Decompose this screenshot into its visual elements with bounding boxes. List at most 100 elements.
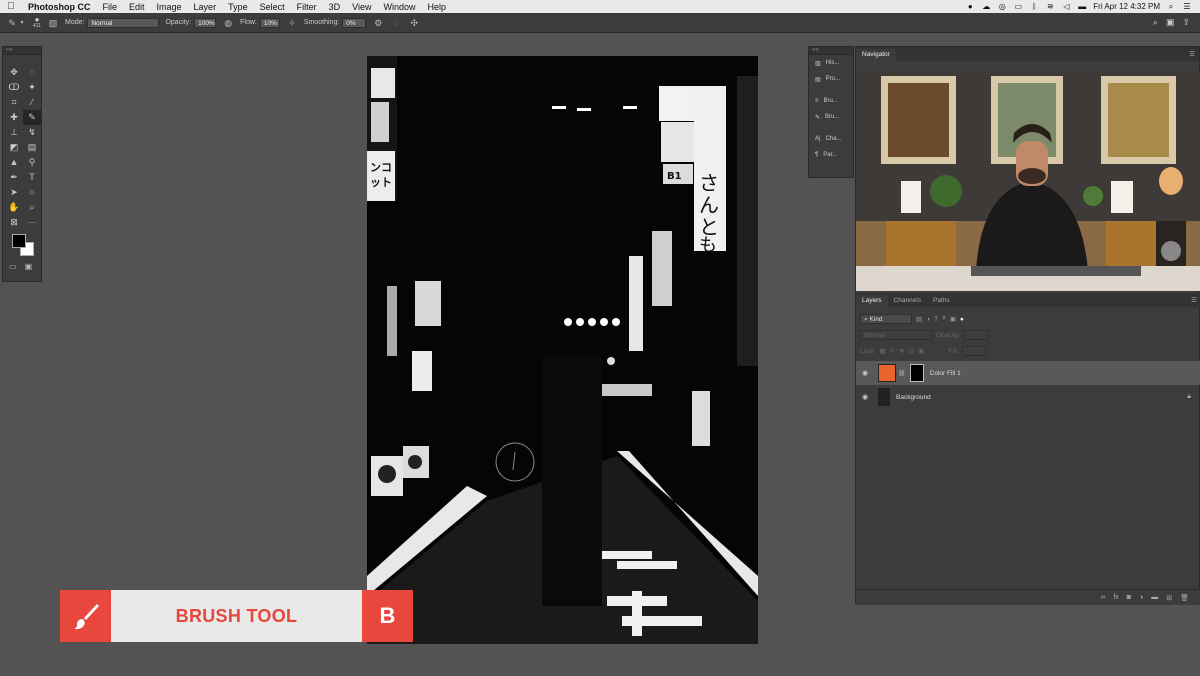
clock[interactable]: Fri Apr 12 4:32 PM bbox=[1093, 2, 1160, 11]
layer-name[interactable]: Color Fill 1 bbox=[930, 370, 961, 377]
menu-file[interactable]: File bbox=[97, 2, 124, 12]
menu-list-icon[interactable]: ☰ bbox=[1182, 2, 1192, 11]
smoothing-field[interactable]: 0% bbox=[342, 17, 367, 28]
fx-icon[interactable]: fx bbox=[1113, 594, 1118, 601]
crop-tool-icon[interactable]: ⌗ bbox=[5, 95, 23, 110]
brush-tool-icon[interactable]: ✎ bbox=[23, 110, 41, 125]
battery-icon[interactable]: ▬ bbox=[1077, 2, 1087, 11]
gear-icon[interactable]: ⚙ bbox=[372, 17, 384, 29]
layer-row-color-fill[interactable]: ◉ ⛓ Color Fill 1 bbox=[856, 361, 1200, 385]
bluetooth-icon[interactable]: ᛒ bbox=[1029, 2, 1039, 11]
chevron-down-icon[interactable]: ▾ bbox=[19, 17, 25, 29]
tab-navigator[interactable]: Navigator bbox=[856, 49, 896, 61]
panel-menu-icon[interactable]: ☰ bbox=[1191, 295, 1197, 307]
magic-wand-tool-icon[interactable]: ✦ bbox=[23, 80, 41, 95]
menu-filter[interactable]: Filter bbox=[291, 2, 323, 12]
foreground-color-swatch[interactable] bbox=[12, 234, 26, 248]
panel-menu-icon[interactable]: ☰ bbox=[1189, 49, 1195, 61]
filter-shape-icon[interactable]: ⌗ bbox=[942, 315, 946, 323]
filter-smart-icon[interactable]: ▣ bbox=[950, 315, 956, 323]
link-layers-icon[interactable]: ∞ bbox=[1100, 594, 1105, 601]
menu-type[interactable]: Type bbox=[222, 2, 254, 12]
mode-select[interactable]: Normal bbox=[87, 17, 160, 28]
move-tool-icon[interactable]: ✥ bbox=[5, 65, 23, 80]
quick-mask-icon[interactable]: ▭ bbox=[9, 262, 17, 271]
opacity-field[interactable]: 100% bbox=[194, 17, 217, 28]
lock-artboard-icon[interactable]: ⊡ bbox=[909, 347, 914, 355]
gradient-tool-icon[interactable]: ▤ bbox=[23, 140, 41, 155]
cloud-icon[interactable]: ☁ bbox=[981, 2, 991, 11]
tab-layers[interactable]: Layers bbox=[856, 295, 888, 307]
shape-tool-icon[interactable]: ○ bbox=[23, 185, 41, 200]
blur-tool-icon[interactable]: ▲ bbox=[5, 155, 23, 170]
menu-image[interactable]: Image bbox=[151, 2, 188, 12]
blend-mode-select[interactable]: Normal bbox=[860, 330, 932, 340]
fill-field[interactable] bbox=[962, 346, 987, 356]
creative-cloud-icon[interactable]: ◎ bbox=[997, 2, 1007, 11]
menu-view[interactable]: View bbox=[346, 2, 377, 12]
navigator-preview[interactable] bbox=[856, 71, 1200, 291]
layer-opacity-field[interactable] bbox=[963, 330, 988, 340]
visibility-eye-icon[interactable]: ◉ bbox=[862, 369, 872, 377]
tab-channels[interactable]: Channels bbox=[888, 295, 927, 307]
screen-mode-icon[interactable]: ▣ bbox=[25, 262, 33, 271]
layer-filter-select[interactable]: ⌕ Kind bbox=[860, 314, 912, 324]
status-app-icon[interactable]: ● bbox=[965, 2, 975, 11]
share-icon[interactable]: ⇪ bbox=[1182, 17, 1190, 28]
layer-fill-thumbnail[interactable] bbox=[878, 364, 896, 382]
lasso-tool-icon[interactable]: ↀ bbox=[5, 80, 23, 95]
menu-3d[interactable]: 3D bbox=[323, 2, 347, 12]
filter-pixel-icon[interactable]: ▨ bbox=[916, 315, 922, 323]
character-panel-button[interactable]: A| Cha... bbox=[809, 131, 853, 147]
symmetry-icon[interactable]: ✣ bbox=[408, 17, 420, 29]
history-panel-button[interactable]: ▥ His... bbox=[809, 55, 853, 71]
brush-settings-icon[interactable]: ▧ bbox=[47, 17, 59, 29]
search-icon[interactable]: ⌕ bbox=[1153, 17, 1158, 28]
eraser-tool-icon[interactable]: ◩ bbox=[5, 140, 23, 155]
trash-icon[interactable]: 🗑︎ bbox=[1180, 594, 1189, 602]
paragraph-panel-button[interactable]: ¶ Par... bbox=[809, 147, 853, 163]
apple-menu-icon[interactable]:  bbox=[0, 1, 22, 12]
layer-thumbnail[interactable] bbox=[878, 388, 890, 406]
new-layer-icon[interactable]: ⊞ bbox=[1166, 594, 1172, 602]
menu-edit[interactable]: Edit bbox=[123, 2, 151, 12]
add-mask-icon[interactable]: ◙ bbox=[1127, 594, 1131, 601]
hand-tool-icon[interactable]: ✋ bbox=[5, 200, 23, 215]
more-tools-icon[interactable]: ··· bbox=[23, 215, 41, 230]
menu-window[interactable]: Window bbox=[377, 2, 421, 12]
lock-all-icon[interactable]: ▣ bbox=[918, 347, 924, 355]
filter-toggle-icon[interactable]: ● bbox=[960, 316, 964, 323]
brush-preset-icon[interactable]: ✎ bbox=[6, 17, 18, 29]
pressure-size-icon[interactable]: ◌ bbox=[390, 17, 402, 29]
visibility-eye-icon[interactable]: ◉ bbox=[862, 393, 872, 401]
menu-select[interactable]: Select bbox=[254, 2, 291, 12]
brushes-panel-button[interactable]: ≡ Bru... bbox=[809, 93, 853, 109]
group-folder-icon[interactable]: ▬ bbox=[1151, 594, 1158, 601]
healing-brush-tool-icon[interactable]: ✚ bbox=[5, 110, 23, 125]
frame-tool-icon[interactable]: ⊠ bbox=[5, 215, 23, 230]
pressure-opacity-icon[interactable]: ◍ bbox=[222, 17, 234, 29]
search-icon[interactable]: ⌕ bbox=[1166, 2, 1176, 12]
history-brush-tool-icon[interactable]: ↯ bbox=[23, 125, 41, 140]
properties-panel-button[interactable]: ▤ Pro... bbox=[809, 71, 853, 87]
clone-stamp-tool-icon[interactable]: ⊥ bbox=[5, 125, 23, 140]
filter-type-icon[interactable]: T bbox=[934, 316, 938, 323]
wifi-icon[interactable]: ≋ bbox=[1045, 2, 1055, 11]
app-menu[interactable]: Photoshop CC bbox=[22, 2, 97, 12]
panel-collapse-handle[interactable]: »» bbox=[809, 47, 853, 55]
airbrush-icon[interactable]: ✧ bbox=[286, 17, 298, 29]
brush-size-picker[interactable]: ● 411 bbox=[33, 15, 41, 29]
panel-collapse-handle[interactable]: «« bbox=[3, 47, 41, 55]
lock-icon[interactable]: 🔒︎ bbox=[1187, 393, 1191, 401]
zoom-tool-icon[interactable]: ⌕ bbox=[23, 200, 41, 215]
display-icon[interactable]: ▭ bbox=[1013, 2, 1023, 11]
eyedropper-tool-icon[interactable]: ⁄ bbox=[23, 95, 41, 110]
lock-transparent-icon[interactable]: ▦ bbox=[880, 347, 886, 355]
lock-pixels-icon[interactable]: ✎ bbox=[890, 347, 895, 355]
menu-help[interactable]: Help bbox=[421, 2, 452, 12]
lock-position-icon[interactable]: ✥ bbox=[899, 347, 904, 355]
pen-tool-icon[interactable]: ✒ bbox=[5, 170, 23, 185]
layer-row-background[interactable]: ◉ Background 🔒︎ bbox=[856, 385, 1200, 409]
link-icon[interactable]: ⛓ bbox=[898, 370, 906, 377]
document-canvas[interactable]: ンコ ット B1 さ ん と も bbox=[367, 56, 758, 644]
